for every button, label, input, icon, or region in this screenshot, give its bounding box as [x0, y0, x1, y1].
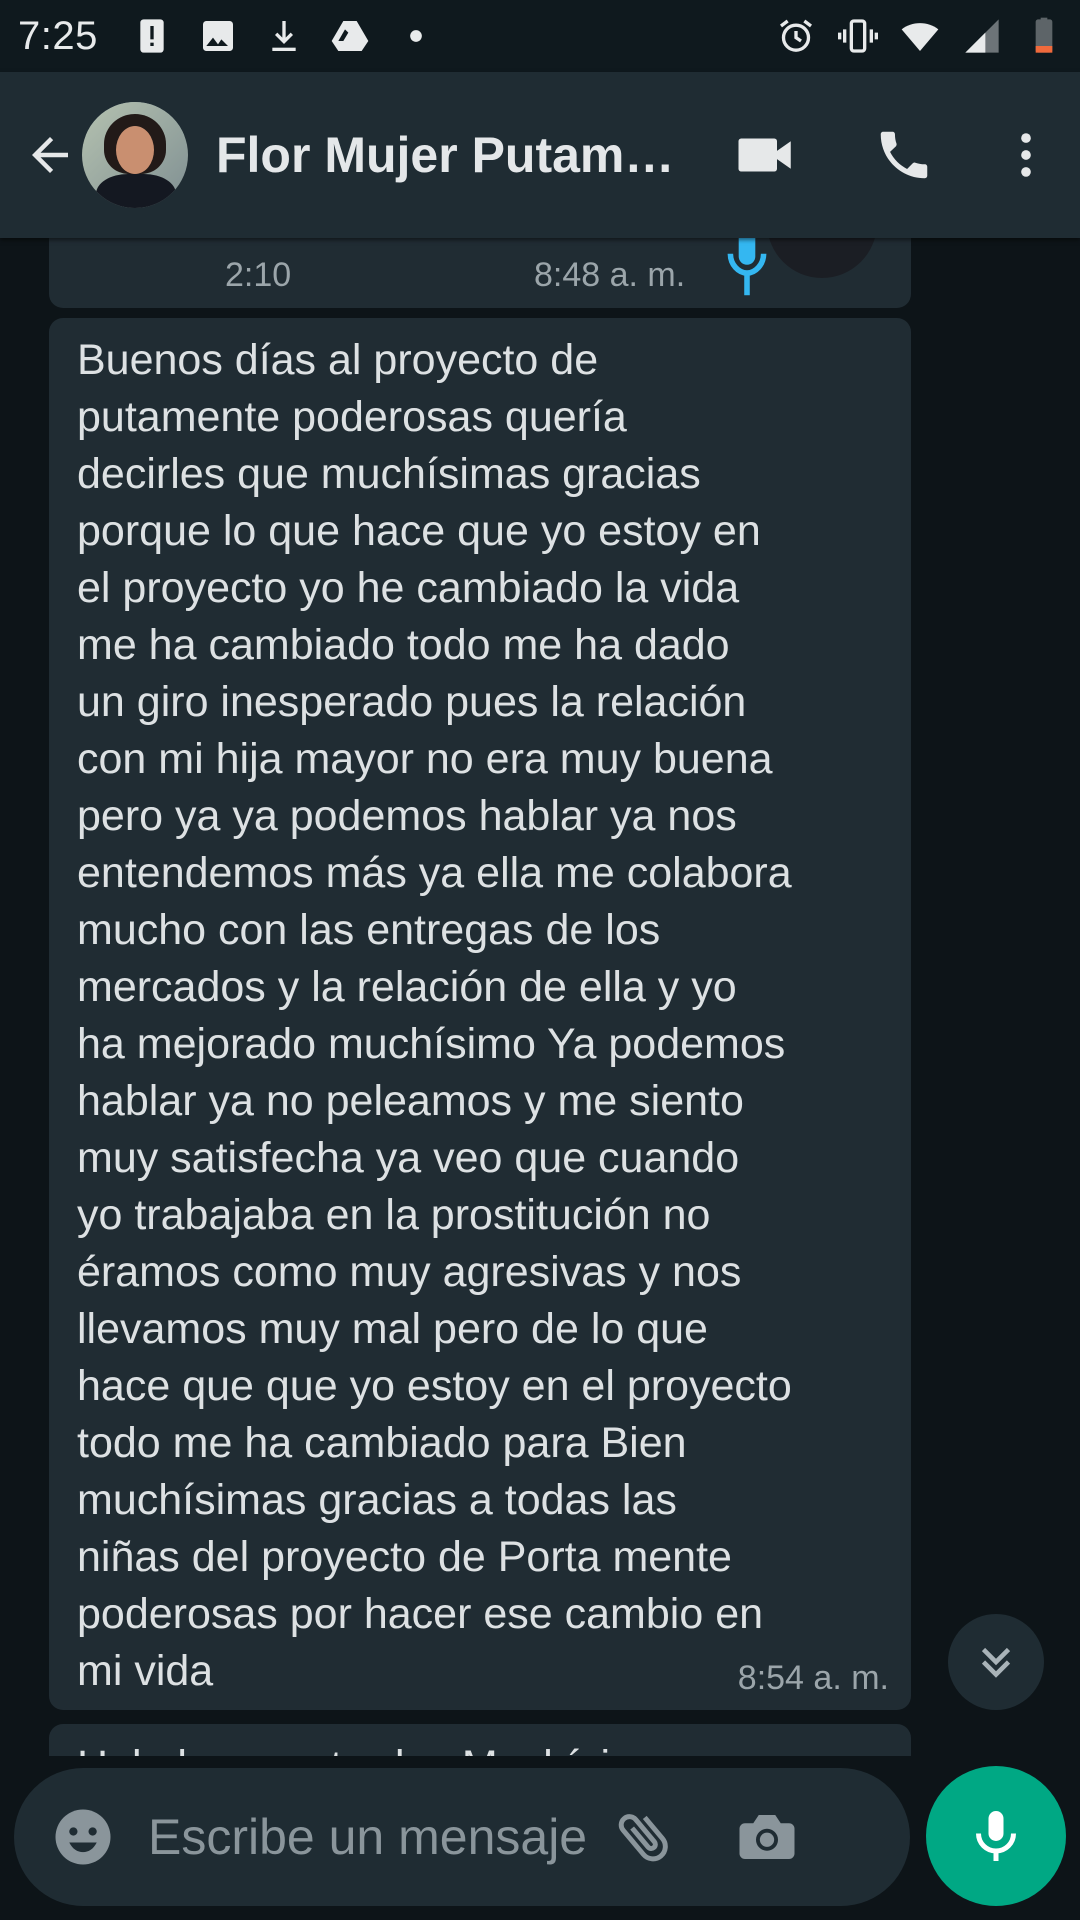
contact-name[interactable]: Flor Mujer Putam…	[216, 126, 676, 184]
alert-icon	[132, 16, 172, 56]
drive-icon	[330, 16, 370, 56]
emoji-button[interactable]	[48, 1802, 118, 1872]
text-message-bubble[interactable]: Hola buenas tardes Muchísimas	[49, 1724, 911, 1756]
message-text: Hola buenas tardes Muchísimas	[77, 1738, 691, 1756]
double-chevron-down-icon	[981, 1647, 1011, 1678]
camera-icon	[739, 1815, 795, 1859]
vibrate-icon	[838, 16, 878, 56]
status-right-icons	[776, 16, 1064, 56]
wifi-icon	[900, 16, 940, 56]
signal-icon	[962, 16, 1002, 56]
phone-icon	[880, 131, 928, 179]
contact-avatar[interactable]	[82, 102, 188, 208]
message-text: Buenos días al proyecto de putamente pod…	[77, 336, 792, 1695]
message-composer	[14, 1768, 910, 1906]
voice-record-button[interactable]	[926, 1766, 1066, 1906]
chat-area[interactable]: • 2:10 8:48 a. m. Buenos días al proyect…	[0, 238, 1080, 1756]
message-time: 8:48 a. m.	[534, 256, 686, 294]
more-vert-icon	[1021, 133, 1031, 177]
attach-button[interactable]	[610, 1802, 680, 1872]
status-bar: 7:25	[0, 0, 1080, 72]
voice-duration: 2:10	[225, 256, 292, 294]
video-call-button[interactable]	[726, 115, 806, 195]
header-actions	[726, 115, 1080, 195]
status-left-icons	[132, 16, 436, 56]
paperclip-icon	[618, 1814, 668, 1862]
text-message-bubble[interactable]: Buenos días al proyecto de putamente pod…	[49, 318, 911, 1710]
battery-icon	[1024, 16, 1064, 56]
emoji-icon	[55, 1809, 111, 1865]
mic-icon	[727, 238, 767, 296]
image-icon	[198, 16, 238, 56]
video-call-icon	[738, 138, 791, 172]
back-button[interactable]	[20, 125, 80, 185]
chat-header: Flor Mujer Putam…	[0, 72, 1080, 238]
camera-button[interactable]	[732, 1802, 802, 1872]
back-arrow-icon	[32, 137, 68, 173]
message-input[interactable]	[146, 1807, 590, 1867]
status-time: 7:25	[18, 13, 98, 58]
alarm-icon	[776, 16, 816, 56]
scroll-to-bottom-button[interactable]	[948, 1614, 1044, 1710]
waveform: •	[115, 238, 126, 242]
dot-icon	[396, 16, 436, 56]
message-time: 8:54 a. m.	[737, 1659, 889, 1697]
download-icon	[264, 16, 304, 56]
voice-call-button[interactable]	[864, 115, 944, 195]
mic-icon	[976, 1811, 1016, 1861]
voice-sender-avatar	[767, 238, 877, 278]
more-options-button[interactable]	[986, 115, 1066, 195]
voice-message-bubble[interactable]: • 2:10 8:48 a. m.	[49, 238, 911, 308]
